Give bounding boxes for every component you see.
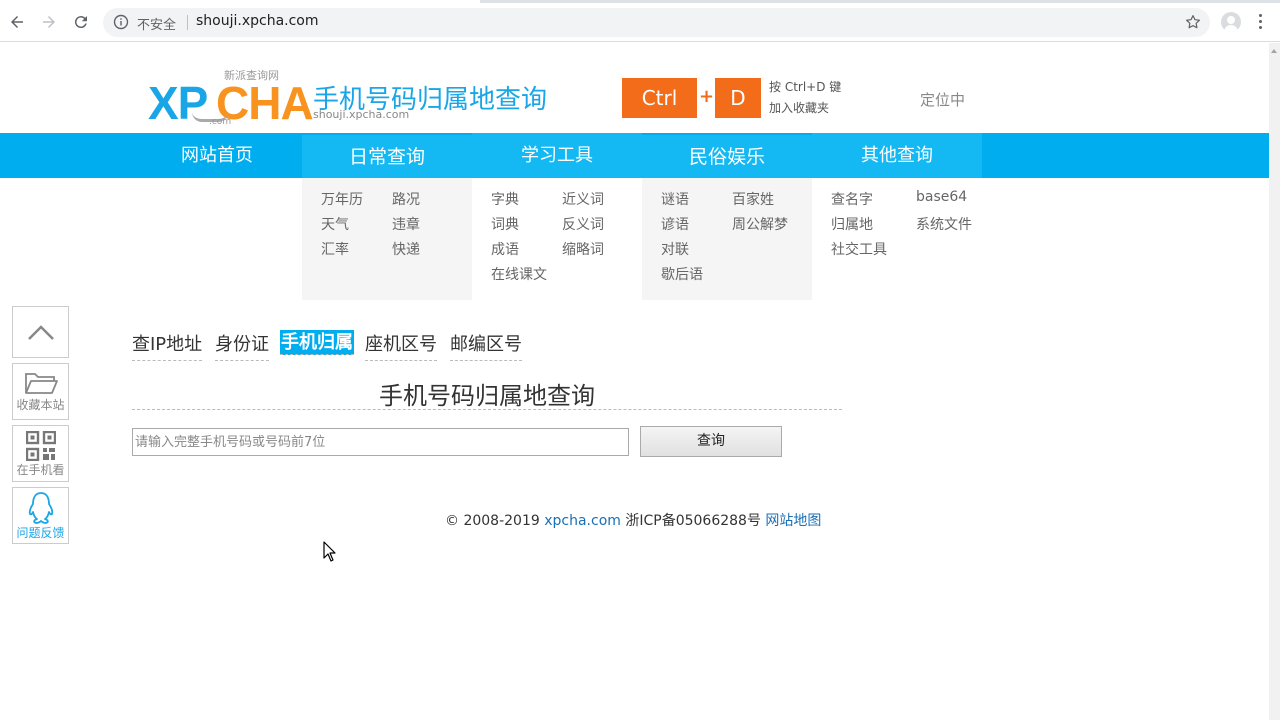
site-logo[interactable]: 新派查询网 XP CHA .com [148, 68, 314, 130]
folder-icon [25, 373, 58, 394]
tab-mobile-location[interactable]: 手机归属 [280, 330, 354, 355]
bookmark-hint-line1: 按 Ctrl+D 键 [769, 80, 842, 94]
dd-link[interactable]: 缩略词 [562, 239, 604, 259]
dropdown-study: 字典 近义词 词典 反义词 成语 缩略词 在线课文 [472, 178, 642, 300]
location-status[interactable]: 定位中 [920, 89, 965, 110]
feedback-button[interactable]: 问题反馈 [12, 487, 69, 544]
nav-item-folk[interactable]: 民俗娱乐 [642, 135, 812, 180]
dd-link[interactable]: 近义词 [562, 189, 604, 209]
footer-site-link[interactable]: xpcha.com [544, 513, 621, 529]
info-icon[interactable] [113, 14, 129, 30]
dd-link[interactable]: 社交工具 [831, 239, 887, 259]
site-domain: shouji.xpcha.com [313, 108, 410, 121]
qq-penguin-icon [28, 492, 54, 524]
ctrl-key-badge: Ctrl [622, 78, 697, 118]
active-tab-edge [0, 0, 480, 3]
tab-area-code[interactable]: 座机区号 [365, 330, 437, 361]
dd-link[interactable]: 谜语 [661, 189, 689, 209]
logo-com: .com [209, 117, 232, 127]
bookmark-site-button[interactable]: 收藏本站 [12, 363, 69, 420]
nav-item-daily[interactable]: 日常查询 [302, 135, 472, 180]
dd-link[interactable]: 万年历 [321, 189, 363, 209]
forward-button[interactable] [38, 11, 60, 33]
footer-sitemap-link[interactable]: 网站地图 [765, 513, 821, 529]
feedback-label: 问题反馈 [16, 526, 65, 540]
nav-item-other[interactable]: 其他查询 [812, 133, 982, 178]
tab-id-card[interactable]: 身份证 [215, 330, 269, 361]
bookmark-hint-line2: 加入收藏夹 [769, 101, 830, 115]
dd-link[interactable]: 汇率 [321, 239, 349, 259]
tab-strip [0, 0, 1280, 3]
footer-icp[interactable]: 浙ICP备05066288号 [625, 513, 761, 529]
main-navbar: 网站首页 日常查询 学习工具 民俗娱乐 其他查询 [0, 133, 1269, 180]
dropdown-folk: 谜语 百家姓 谚语 周公解梦 对联 歇后语 [642, 178, 812, 300]
dd-link[interactable]: 周公解梦 [732, 214, 788, 234]
footer: © 2008-2019 xpcha.com 浙ICP备05066288号 网站地… [445, 510, 821, 530]
dd-link[interactable]: 归属地 [831, 214, 873, 234]
kebab-menu-icon[interactable] [1259, 14, 1263, 30]
view-on-mobile-button[interactable]: 在手机看 [12, 425, 69, 482]
bookmark-site-label: 收藏本站 [16, 398, 65, 412]
dd-link[interactable]: 百家姓 [732, 189, 774, 209]
back-to-top-button[interactable] [12, 306, 69, 358]
dropdown-daily: 万年历 路况 天气 违章 汇率 快递 [302, 178, 472, 300]
chevron-up-icon [28, 325, 54, 340]
back-button[interactable] [6, 11, 28, 33]
dd-link[interactable]: 反义词 [562, 214, 604, 234]
scroll-up-icon[interactable] [1271, 49, 1277, 53]
dd-link[interactable]: 天气 [321, 214, 349, 234]
profile-avatar-icon[interactable] [1221, 12, 1241, 32]
arrow-left-icon [11, 16, 23, 28]
reload-icon [74, 16, 87, 29]
dd-link[interactable]: 成语 [491, 239, 519, 259]
insecure-label: 不安全 [137, 18, 177, 33]
address-bar[interactable]: 不安全 shouji.xpcha.com [103, 8, 1210, 37]
plus-sign: + [699, 86, 715, 107]
dd-link[interactable]: 歇后语 [661, 264, 703, 284]
dd-link[interactable]: 快递 [392, 239, 420, 259]
heading-divider [132, 409, 842, 410]
dd-link[interactable]: 查名字 [831, 189, 873, 209]
mouse-cursor-icon [323, 541, 336, 562]
logo-xp: XP [148, 77, 208, 129]
nav-item-home[interactable]: 网站首页 [132, 133, 302, 178]
dd-link[interactable]: 词典 [491, 214, 519, 234]
address-separator [187, 15, 188, 30]
nav-item-study[interactable]: 学习工具 [472, 133, 642, 178]
page-title: 手机号码归属地查询 [379, 382, 595, 410]
phone-number-input[interactable] [132, 428, 629, 456]
dd-link[interactable]: 违章 [392, 214, 420, 234]
tab-postal-code[interactable]: 邮编区号 [450, 330, 522, 361]
dd-link[interactable]: 路况 [392, 189, 420, 209]
view-on-mobile-label: 在手机看 [16, 463, 65, 477]
arrow-right-icon [43, 16, 55, 28]
dd-link[interactable]: base64 [916, 189, 967, 205]
browser-toolbar: 不安全 shouji.xpcha.com [0, 0, 1280, 42]
reload-button[interactable] [70, 11, 92, 33]
d-key-badge: D [715, 78, 761, 118]
star-icon[interactable] [1184, 13, 1202, 31]
dd-link[interactable]: 系统文件 [916, 214, 972, 234]
query-button[interactable]: 查询 [640, 426, 782, 457]
dropdown-other: 查名字 base64 归属地 系统文件 社交工具 [812, 178, 982, 300]
dd-link[interactable]: 在线课文 [491, 264, 547, 284]
dd-link[interactable]: 字典 [491, 189, 519, 209]
dd-link[interactable]: 谚语 [661, 214, 689, 234]
footer-copyright: © 2008-2019 [445, 513, 540, 529]
tab-ip-lookup[interactable]: 查IP地址 [132, 330, 203, 361]
qr-code-icon [26, 431, 56, 461]
dd-link[interactable]: 对联 [661, 239, 689, 259]
url-text[interactable]: shouji.xpcha.com [196, 13, 319, 29]
page-scrollbar[interactable] [1269, 43, 1280, 720]
